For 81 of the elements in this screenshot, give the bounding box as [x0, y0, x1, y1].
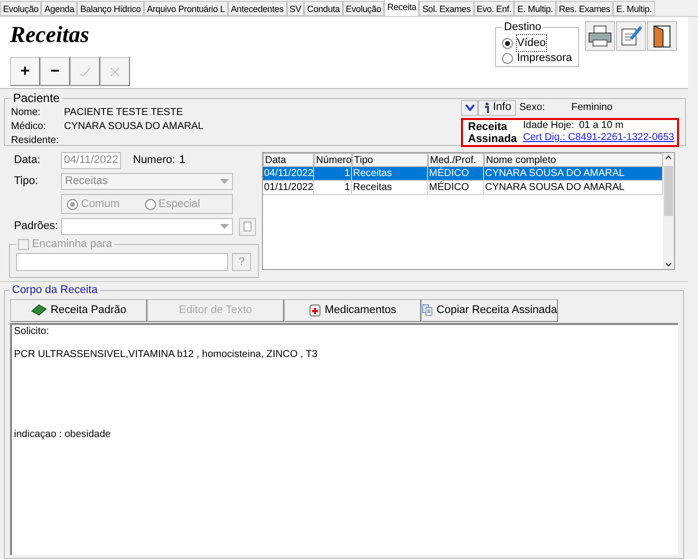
tab[interactable]: E. Multip. [613, 1, 655, 16]
radio-label: Comum [81, 196, 120, 212]
group-title: Paciente [12, 90, 61, 107]
group-title: Destino [503, 20, 542, 35]
printer-button[interactable] [585, 21, 616, 51]
field-label: Nome: [11, 107, 42, 118]
medicine-bottle-icon [308, 303, 321, 317]
radio-button[interactable] [502, 52, 513, 64]
radio-label: Impressora [517, 50, 572, 66]
document-pencil-icon [619, 25, 644, 47]
column-header[interactable]: Número [314, 153, 352, 167]
toolbar-button[interactable]: + [10, 57, 40, 86]
field-label: Numero: [133, 153, 176, 168]
scrollbar-thumb[interactable] [664, 166, 673, 216]
column-header[interactable]: Tipo [352, 153, 428, 167]
field-label: Padrões: [14, 219, 60, 234]
toolbar-button[interactable]: Receita Padrão [10, 298, 147, 322]
door-icon [651, 24, 674, 48]
tab[interactable]: Balanço Hídrico [77, 1, 144, 16]
tab[interactable]: Sol. Exames [419, 1, 474, 16]
tab[interactable]: Res. Exames [556, 1, 614, 16]
radio-label: Especial [158, 196, 200, 212]
sex-label: Sexo: [519, 101, 546, 115]
table-row[interactable]: 04/11/2022 1 Receitas MÉDICO CYNARA SOUSA DO AMARAL [263, 167, 663, 181]
age-value: 01 a 10 m [579, 120, 624, 132]
checkbox-label: Encaminha para [32, 237, 112, 252]
chevron-down-icon [464, 104, 474, 111]
exit-door-button[interactable] [647, 21, 678, 51]
column-header[interactable]: Data [263, 153, 314, 167]
printer-icon [588, 25, 612, 47]
field-label: Tipo: [14, 174, 40, 190]
forward-field[interactable] [16, 252, 228, 270]
tab[interactable]: Evolução [0, 1, 42, 16]
field-label: Médico: [11, 121, 48, 132]
certificate-link[interactable]: Cert Dig.: C8491-2261-1322-0653 [523, 132, 674, 144]
document-icon [242, 221, 252, 232]
edit-document-button[interactable] [616, 21, 646, 51]
check-icon [79, 66, 91, 76]
document-button[interactable] [239, 218, 256, 236]
date-field[interactable]: 04/11/2022 [61, 152, 121, 169]
field-value: 1 [179, 153, 186, 168]
expand-button[interactable] [461, 100, 478, 116]
info-icon [483, 102, 491, 114]
tab[interactable]: Antecedentes [228, 1, 287, 16]
signed-prescription-label: Receita Assinada [467, 120, 518, 145]
tab[interactable]: Agenda [41, 1, 78, 16]
table-cell: 1 [314, 181, 352, 195]
tab[interactable]: Receita [384, 0, 420, 16]
tab[interactable]: Arquivo Prontuário L [144, 1, 228, 16]
sex-value: Feminino [571, 101, 612, 115]
column-header[interactable]: Med./Prof. [428, 153, 484, 167]
toolbar-button[interactable]: Medicamentos [284, 298, 421, 322]
toolbar-button[interactable]: Copiar Receita Assinada [421, 298, 558, 322]
table-cell: MÉDICO [428, 181, 484, 195]
radio-label: Vídeo [517, 34, 546, 52]
page-title: Receitas [10, 21, 90, 49]
field-label: Residente: [11, 135, 60, 146]
tab[interactable]: E. Multip. [514, 1, 556, 16]
tab[interactable]: Evo. Enf. [474, 1, 514, 16]
age-label: Idade Hoje: [523, 120, 576, 132]
tab[interactable]: SV [286, 1, 304, 16]
dropdown-arrow-icon [220, 224, 229, 229]
radio-button[interactable] [502, 38, 513, 48]
tab[interactable]: Evolução [342, 1, 384, 16]
field-label: Data: [14, 153, 42, 168]
field-value: CYNARA SOUSA DO AMARAL [64, 121, 204, 132]
table-cell: 01/11/2022 [263, 181, 314, 195]
dropdown-arrow-icon [220, 179, 229, 184]
prescription-text-area[interactable]: Solicito: PCR ULTRASSENSIVEL,VITAMINA b12 , homocisteina, ZINCO , T3 indicaçao : obesidade [10, 322, 678, 555]
field-value: PACIENTE TESTE TESTE [64, 107, 183, 118]
table-row[interactable]: 01/11/2022 1 Receitas MÉDICO CYNARA SOUSA DO AMARAL [263, 181, 663, 195]
info-button[interactable]: Info [478, 100, 516, 116]
scrollbar[interactable] [663, 153, 674, 269]
table-cell: CYNARA SOUSA DO AMARAL [484, 181, 663, 195]
group-title: Corpo da Receita [11, 283, 99, 298]
standards-dropdown[interactable] [61, 218, 233, 235]
tab[interactable]: Conduta [304, 1, 343, 16]
column-header[interactable]: Nome completo [484, 153, 663, 167]
table-cell: Receitas [352, 181, 428, 195]
toolbar-button[interactable]: − [40, 57, 70, 86]
cross-icon [110, 66, 120, 76]
